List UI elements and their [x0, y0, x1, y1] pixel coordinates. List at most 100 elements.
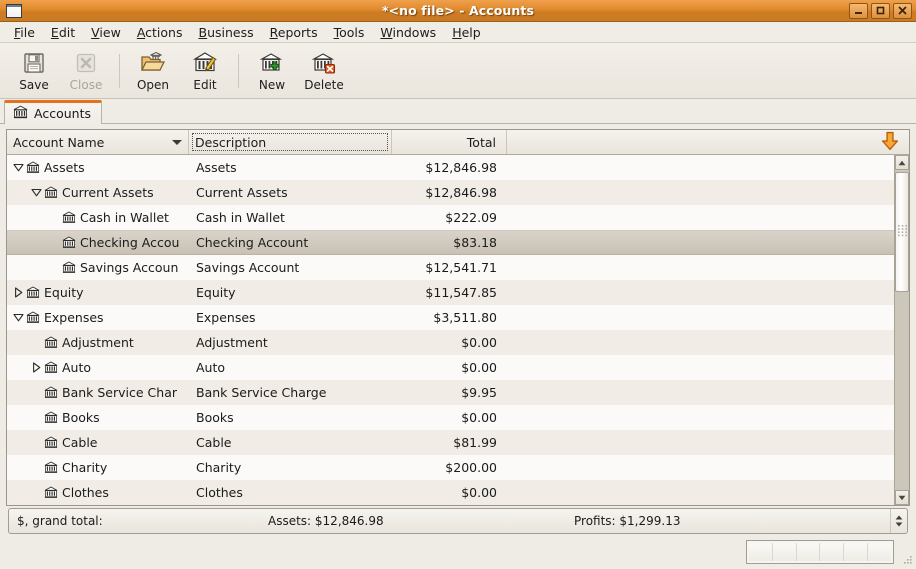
table-row[interactable]: Cable Cable $81.99	[7, 430, 894, 455]
table-row[interactable]: Checking Accou Checking Account $83.18	[7, 230, 894, 255]
column-header-description[interactable]: Description	[189, 130, 392, 154]
expander-toggle[interactable]	[29, 188, 44, 197]
menu-business[interactable]: Business	[191, 23, 262, 42]
progress-indicator	[746, 540, 894, 564]
cell-total: $83.18	[453, 235, 497, 250]
open-folder-icon	[140, 50, 166, 76]
cell-account-name: Assets	[7, 160, 189, 175]
expander-expanded-icon	[31, 188, 42, 197]
table-row[interactable]: Cash in Wallet Cash in Wallet $222.09	[7, 205, 894, 230]
summary-spinner[interactable]	[890, 509, 907, 533]
floppy-disk-icon	[22, 50, 46, 76]
table-row[interactable]: Current Assets Current Assets $12,846.98	[7, 180, 894, 205]
tab-accounts[interactable]: Accounts	[4, 100, 102, 124]
table-row[interactable]: Books Books $0.00	[7, 405, 894, 430]
table-row[interactable]: Expenses Expenses $3,511.80	[7, 305, 894, 330]
cell-total: $11,547.85	[425, 285, 497, 300]
toolbar-save-button[interactable]: Save	[8, 50, 60, 92]
toolbar-save-label: Save	[19, 77, 49, 92]
cell-total: $9.95	[461, 385, 497, 400]
account-name-label: Expenses	[44, 310, 104, 325]
menu-reports[interactable]: Reports	[262, 23, 326, 42]
menu-bar: File Edit View Actions Business Reports …	[0, 22, 916, 43]
toolbar-open-button[interactable]: Open	[127, 50, 179, 92]
table-row[interactable]: Assets Assets $12,846.98	[7, 155, 894, 180]
expander-toggle[interactable]	[11, 313, 26, 322]
menu-tools[interactable]: Tools	[326, 23, 373, 42]
table-row[interactable]: Auto Auto $0.00	[7, 355, 894, 380]
toolbar-delete-button[interactable]: Delete	[298, 50, 350, 92]
column-options-cell[interactable]	[507, 130, 909, 154]
cell-description: Checking Account	[196, 235, 309, 250]
bank-icon	[44, 386, 58, 399]
cell-total: $0.00	[461, 410, 497, 425]
expander-toggle[interactable]	[11, 287, 26, 298]
tab-accounts-label: Accounts	[34, 106, 91, 121]
window-controls	[849, 2, 912, 19]
expander-expanded-icon	[13, 163, 24, 172]
account-name-label: Savings Accoun	[80, 260, 179, 275]
summary-grand-total-label: $, grand total:	[17, 514, 103, 528]
cell-description: Charity	[196, 460, 242, 475]
toolbar-edit-button[interactable]: Edit	[179, 50, 231, 92]
close-x-icon	[74, 50, 98, 76]
bank-icon	[44, 411, 58, 424]
table-row[interactable]: Adjustment Adjustment $0.00	[7, 330, 894, 355]
table-row[interactable]: Equity Equity $11,547.85	[7, 280, 894, 305]
cell-description: Cable	[196, 435, 232, 450]
summary-profits: Profits: $1,299.13	[574, 514, 681, 528]
menu-file[interactable]: File	[6, 23, 43, 42]
bank-icon	[44, 336, 58, 349]
column-header-total[interactable]: Total	[392, 130, 507, 154]
menu-edit[interactable]: Edit	[43, 23, 83, 42]
cell-total: $0.00	[461, 335, 497, 350]
scrollbar-track[interactable]	[895, 170, 909, 490]
cell-description: Expenses	[196, 310, 256, 325]
table-row[interactable]: Charity Charity $200.00	[7, 455, 894, 480]
table-row[interactable]: Bank Service Char Bank Service Charge $9.9…	[7, 380, 894, 405]
menu-help[interactable]: Help	[444, 23, 489, 42]
window-title: *<no file> - Accounts	[381, 3, 535, 18]
bank-icon	[44, 361, 58, 374]
cell-total: $222.09	[445, 210, 497, 225]
column-header-account-name[interactable]: Account Name	[7, 130, 189, 154]
cell-account-name: Savings Accoun	[7, 260, 189, 275]
toolbar-edit-label: Edit	[193, 77, 217, 92]
cell-description: Auto	[196, 360, 226, 375]
account-name-label: Cash in Wallet	[80, 210, 169, 225]
toolbar-new-button[interactable]: New	[246, 50, 298, 92]
summary-bar: $, grand total: Assets: $12,846.98 Profi…	[8, 508, 908, 534]
close-button[interactable]	[893, 2, 912, 19]
cell-account-name: Expenses	[7, 310, 189, 325]
scroll-down-button[interactable]	[895, 490, 909, 505]
table-row[interactable]: Savings Accoun Savings Account $12,541.71	[7, 255, 894, 280]
menu-view[interactable]: View	[83, 23, 129, 42]
menu-windows[interactable]: Windows	[372, 23, 444, 42]
cell-account-name: Cash in Wallet	[7, 210, 189, 225]
cell-description: Clothes	[196, 485, 243, 500]
cell-account-name: Current Assets	[7, 185, 189, 200]
scrollbar-thumb[interactable]	[895, 172, 909, 292]
cell-account-name: Adjustment	[7, 335, 189, 350]
scroll-up-button[interactable]	[895, 155, 909, 170]
account-name-label: Bank Service Char	[62, 385, 177, 400]
new-account-plus-icon	[260, 50, 284, 76]
table-row[interactable]: Clothes Clothes $0.00	[7, 480, 894, 505]
toolbar-new-label: New	[258, 77, 286, 92]
cell-total: $0.00	[461, 485, 497, 500]
toolbar-close-button[interactable]: Close	[60, 50, 112, 92]
expander-toggle[interactable]	[29, 362, 44, 373]
minimize-button[interactable]	[849, 2, 868, 19]
cell-description: Adjustment	[196, 335, 268, 350]
delete-account-x-icon	[312, 50, 336, 76]
cell-total: $12,541.71	[425, 260, 497, 275]
bank-icon	[62, 211, 76, 224]
expander-toggle[interactable]	[11, 163, 26, 172]
menu-actions[interactable]: Actions	[129, 23, 191, 42]
tree-rows: Assets Assets $12,846.98 Current Assets Curr…	[7, 155, 894, 505]
resize-grip-icon[interactable]	[901, 555, 913, 567]
vertical-scrollbar[interactable]	[894, 155, 909, 505]
cell-account-name: Clothes	[7, 485, 189, 500]
maximize-button[interactable]	[871, 2, 890, 19]
orange-down-arrow-icon[interactable]	[881, 131, 899, 154]
